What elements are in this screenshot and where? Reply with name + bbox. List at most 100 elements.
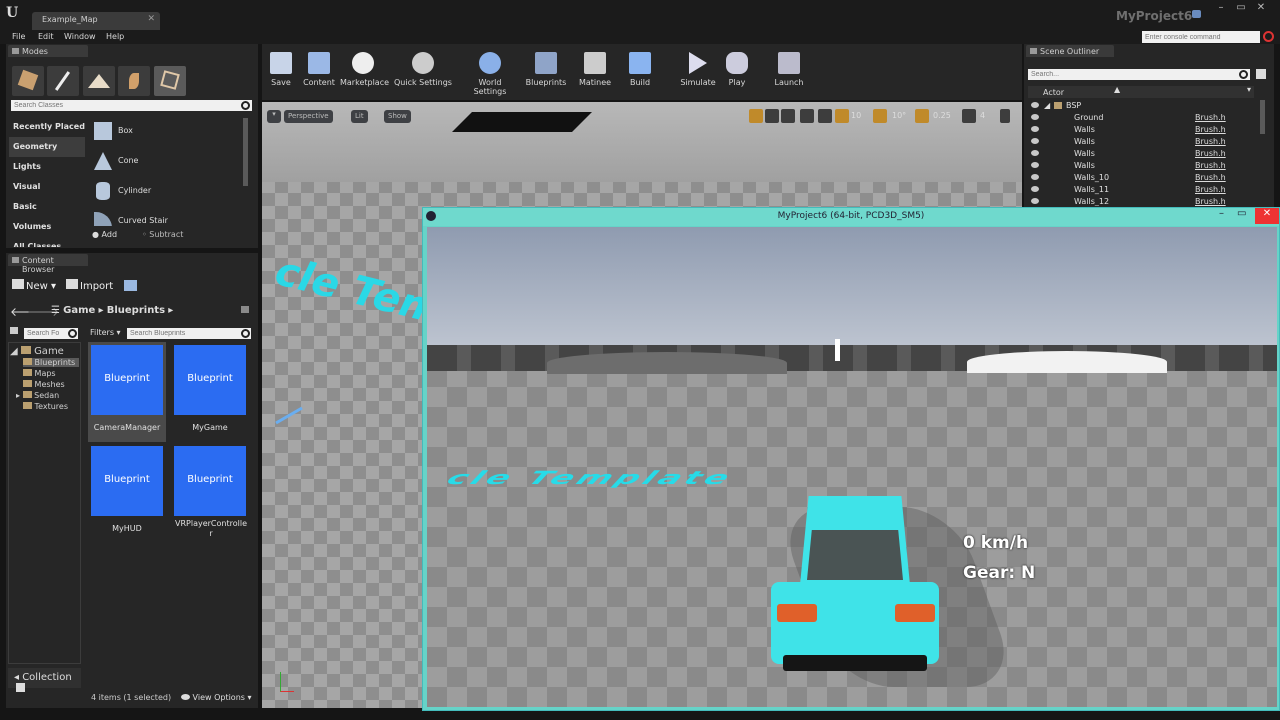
menu-edit[interactable]: Edit (38, 32, 54, 41)
menu-window[interactable]: Window (64, 32, 96, 41)
outliner-row[interactable]: Walls Brush.h (1028, 148, 1256, 160)
asset-tile-myhud[interactable]: Blueprint (91, 446, 163, 516)
asset-tile-vrplayercontroller[interactable]: Blueprint (174, 446, 246, 516)
game-maximize-button[interactable]: ▭ (1237, 208, 1251, 224)
grid-snap-icon[interactable] (835, 109, 849, 123)
content-button[interactable]: Content (302, 50, 336, 94)
menu-file[interactable]: File (12, 32, 25, 41)
close-icon[interactable]: ✕ (147, 14, 155, 24)
category-geometry[interactable]: Geometry (9, 137, 85, 157)
blueprints-button[interactable]: Blueprints (525, 50, 567, 94)
viewport-options-button[interactable]: ▾ (267, 110, 281, 123)
world-settings-button[interactable]: World Settings (461, 50, 519, 96)
category-recently-placed[interactable]: Recently Placed (9, 117, 85, 137)
game-minimize-button[interactable]: – (1219, 208, 1233, 224)
visibility-eye-icon[interactable] (1031, 126, 1039, 132)
actor-type-link[interactable]: Brush.h (1195, 197, 1226, 206)
actor-type-link[interactable]: Brush.h (1195, 125, 1226, 134)
show-button[interactable]: Show (384, 110, 411, 123)
collections-toggle[interactable]: ◂ Collection (8, 668, 81, 692)
blueprint-search-input[interactable] (127, 328, 251, 339)
build-button[interactable]: Build (624, 50, 656, 94)
subtract-radio[interactable]: ◦ Subtract (142, 230, 183, 239)
scale-tool-icon[interactable] (781, 109, 795, 123)
play-button[interactable]: Play (722, 50, 752, 94)
outliner-row[interactable]: Walls_10 Brush.h (1028, 172, 1256, 184)
menu-help[interactable]: Help (106, 32, 124, 41)
new-button[interactable]: New ▾ (12, 279, 56, 292)
expand-arrow-icon[interactable]: ◢ (1044, 101, 1050, 110)
scale-snap-icon[interactable] (915, 109, 929, 123)
level-tab[interactable]: Example_Map ✕ (32, 12, 160, 30)
console-command-input[interactable] (1142, 31, 1260, 43)
outliner-group-bsp[interactable]: ◢ BSP (1028, 100, 1256, 112)
actor-type-link[interactable]: Brush.h (1195, 113, 1226, 122)
launch-button[interactable]: Launch (774, 50, 804, 94)
matinee-button[interactable]: Matinee (577, 50, 613, 94)
game-preview-window[interactable]: MyProject6 (64-bit, PCD3D_SM5) – ▭ ✕ cle… (422, 207, 1280, 711)
geometry-mode-button[interactable] (154, 66, 186, 96)
shape-cylinder[interactable]: Cylinder (90, 178, 240, 206)
asset-tile-mygame[interactable]: Blueprint (174, 345, 246, 415)
visibility-eye-icon[interactable] (1031, 198, 1039, 204)
scene-outliner-tab[interactable]: Scene Outliner (1026, 45, 1114, 57)
close-window-button[interactable]: ✕ (1252, 2, 1270, 14)
shape-curved-stair[interactable]: Curved Stair (90, 208, 240, 226)
feedback-icon[interactable] (1192, 10, 1201, 18)
rotation-snap-value[interactable]: 10° (892, 111, 906, 120)
marketplace-button[interactable]: Marketplace (340, 50, 389, 94)
outliner-row[interactable]: Walls Brush.h (1028, 136, 1256, 148)
grid-snap-value[interactable]: 10 (851, 111, 861, 120)
visibility-eye-icon[interactable] (1031, 186, 1039, 192)
actor-type-link[interactable]: Brush.h (1195, 173, 1226, 182)
add-radio[interactable]: ● Add (92, 230, 117, 239)
save-all-icon[interactable] (124, 280, 137, 291)
shape-box[interactable]: Box (90, 118, 240, 146)
outliner-row[interactable]: Walls Brush.h (1028, 160, 1256, 172)
game-viewport[interactable]: cle Template 0 km/h Gear: N (427, 227, 1277, 707)
actor-type-link[interactable]: Brush.h (1195, 137, 1226, 146)
outliner-row[interactable]: Walls Brush.h (1028, 124, 1256, 136)
visibility-eye-icon[interactable] (1031, 162, 1039, 168)
category-volumes[interactable]: Volumes (9, 217, 85, 237)
category-lights[interactable]: Lights (9, 157, 85, 177)
sources-toggle-icon[interactable] (10, 327, 18, 334)
modes-tab[interactable]: Modes (8, 45, 88, 57)
outliner-row[interactable]: Walls_12 Brush.h (1028, 196, 1256, 206)
foliage-mode-button[interactable] (118, 66, 150, 96)
shapes-scrollbar[interactable] (243, 118, 248, 186)
save-button[interactable]: Save (268, 50, 294, 94)
landscape-mode-button[interactable] (83, 66, 115, 96)
view-options-button[interactable]: View Options ▾ (181, 693, 252, 702)
visibility-eye-icon[interactable] (1031, 150, 1039, 156)
breadcrumb-game[interactable]: Game (63, 305, 95, 316)
actor-type-link[interactable]: Brush.h (1195, 185, 1226, 194)
place-mode-button[interactable] (12, 66, 44, 96)
outliner-scrollbar[interactable] (1260, 100, 1265, 134)
category-all-classes[interactable]: All Classes (9, 237, 85, 247)
search-classes-input[interactable] (11, 100, 252, 111)
camera-speed-value[interactable]: 4 (980, 111, 985, 120)
outliner-column-actor[interactable]: Actor ▲ ▾ (1028, 85, 1254, 98)
import-button[interactable]: Import (66, 279, 113, 292)
quick-settings-button[interactable]: Quick Settings (393, 50, 453, 94)
simulate-button[interactable]: Simulate (680, 50, 716, 94)
actor-type-link[interactable]: Brush.h (1195, 149, 1226, 158)
actor-type-link[interactable]: Brush.h (1195, 161, 1226, 170)
translate-tool-icon[interactable] (749, 109, 763, 123)
rotation-snap-icon[interactable] (873, 109, 887, 123)
add-collection-icon[interactable] (16, 683, 25, 692)
maximize-viewport-icon[interactable] (1000, 109, 1010, 123)
outliner-options-icon[interactable] (1256, 69, 1266, 79)
content-browser-tab[interactable]: Content Browser (8, 254, 88, 274)
asset-tile-cameramanager[interactable]: Blueprint (91, 345, 163, 415)
breadcrumb-menu-icon[interactable]: ☰ (51, 305, 60, 316)
paint-mode-button[interactable] (47, 66, 79, 96)
outliner-row[interactable]: Walls_11 Brush.h (1028, 184, 1256, 196)
rotate-tool-icon[interactable] (765, 109, 779, 123)
outliner-row[interactable]: Ground Brush.h (1028, 112, 1256, 124)
game-close-button[interactable]: ✕ (1255, 208, 1279, 224)
outliner-search-input[interactable] (1028, 69, 1250, 80)
world-local-icon[interactable] (800, 109, 814, 123)
perspective-button[interactable]: Perspective (284, 110, 333, 123)
